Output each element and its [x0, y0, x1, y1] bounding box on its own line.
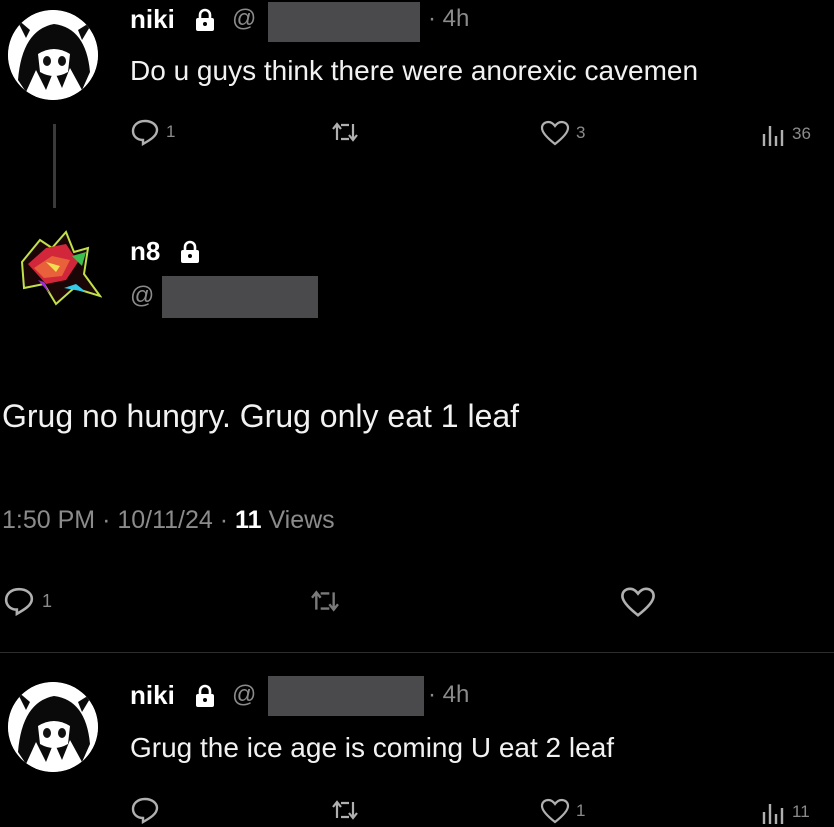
lock-icon — [195, 684, 215, 708]
retweet-icon — [330, 798, 360, 822]
retweet-button[interactable] — [330, 798, 360, 822]
views-icon — [760, 798, 786, 826]
tweet-meta: 1:50 PM · 10/11/24 · 11 Views — [2, 506, 335, 535]
retweet-button[interactable] — [308, 588, 342, 614]
redacted-handle — [268, 2, 420, 42]
views-count: 36 — [792, 124, 811, 143]
like-button[interactable]: 3 — [540, 120, 585, 146]
tweet-timestamp[interactable]: 1:50 PM — [2, 506, 95, 534]
tweet-text: Do u guys think there were anorexic cave… — [130, 55, 699, 86]
like-count: 1 — [576, 801, 586, 820]
reply-button[interactable] — [130, 796, 166, 824]
views-icon — [760, 120, 786, 148]
tweet-time[interactable]: · 4h — [428, 681, 469, 709]
views-count: 11 — [235, 506, 262, 534]
tweet-handle[interactable]: @ — [232, 681, 256, 709]
retweet-button[interactable] — [330, 120, 360, 144]
reply-icon — [130, 796, 160, 824]
like-count: 3 — [576, 123, 586, 142]
like-button[interactable] — [620, 586, 656, 618]
tweet-handle[interactable]: @ — [232, 5, 256, 33]
redacted-handle — [268, 676, 424, 716]
tweet-author-name[interactable]: n8 — [130, 236, 160, 267]
like-icon — [540, 798, 570, 824]
avatar-niki[interactable] — [8, 682, 98, 772]
reply-button[interactable]: 1 — [2, 586, 52, 616]
separator: · — [219, 506, 229, 534]
thread-line — [53, 124, 56, 208]
retweet-icon — [308, 588, 342, 614]
reply-count: 1 — [166, 122, 176, 141]
tweet-text: Grug the ice age is coming U eat 2 leaf — [130, 732, 615, 763]
lock-icon — [180, 240, 200, 264]
tweet-handle[interactable]: @ — [130, 282, 154, 310]
tweet-author-name[interactable]: niki — [130, 4, 175, 35]
reply-button[interactable]: 1 — [130, 118, 175, 146]
avatar-n8[interactable] — [16, 222, 103, 308]
like-icon — [620, 586, 656, 618]
views-button[interactable]: 36 — [760, 120, 811, 148]
lock-icon — [195, 8, 215, 32]
divider — [0, 652, 834, 653]
retweet-icon — [330, 120, 360, 144]
reply-icon — [130, 118, 160, 146]
tweet-author-name[interactable]: niki — [130, 680, 175, 711]
tweet-time[interactable]: · 4h — [428, 5, 469, 33]
like-icon — [540, 120, 570, 146]
reply-count: 1 — [42, 590, 53, 611]
like-button[interactable]: 1 — [540, 798, 585, 824]
separator: · — [102, 506, 111, 534]
avatar-niki[interactable] — [8, 10, 98, 100]
views-count: 11 — [792, 802, 810, 821]
views-button[interactable]: 11 — [760, 798, 810, 826]
tweet-date[interactable]: 10/11/24 — [117, 506, 212, 534]
redacted-handle — [162, 276, 318, 318]
tweet-text: Grug no hungry. Grug only eat 1 leaf — [2, 398, 520, 434]
views-label: Views — [268, 506, 335, 534]
reply-icon — [2, 586, 36, 616]
